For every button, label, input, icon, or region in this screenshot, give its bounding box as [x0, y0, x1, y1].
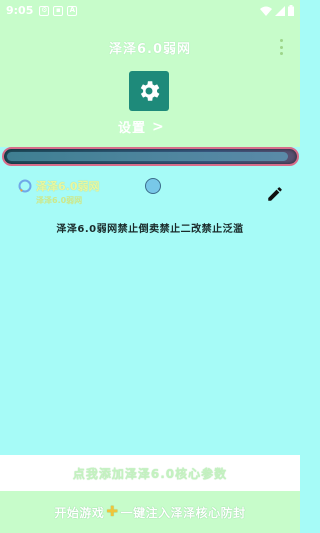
wifi-icon	[260, 6, 272, 16]
start-game-button[interactable]: 开始游戏 ✚ 一键注入泽泽核心防封	[0, 491, 300, 533]
signal-icon	[275, 5, 285, 16]
gear-icon	[140, 81, 160, 101]
add-params-label: 点我添加泽泽6.0核心参数	[72, 466, 228, 481]
a-notification-icon: A	[67, 5, 78, 16]
chevron-right-icon: >	[152, 118, 165, 135]
settings-button[interactable]	[129, 71, 169, 111]
refresh-icon	[18, 179, 32, 193]
status-time: 9:05	[6, 4, 34, 17]
battery-icon	[288, 5, 294, 16]
edit-button[interactable]	[265, 184, 285, 204]
emoji-icon	[145, 178, 161, 194]
card-title: 泽泽6.0弱网	[36, 180, 100, 193]
app-header: 泽泽6.0弱网 设置 >	[0, 21, 300, 147]
image-notification-icon: ▪	[53, 5, 64, 16]
pencil-icon	[268, 187, 282, 201]
app-title: 泽泽6.0弱网	[108, 42, 192, 57]
start-prefix-label: 开始游戏	[54, 505, 105, 520]
progress-fill	[7, 152, 289, 161]
announcement-text: 泽泽6.0弱网禁止倒卖禁止二改禁止泛滥	[56, 224, 244, 235]
settings-notification-icon: ⚙	[39, 5, 50, 16]
plus-icon: ✚	[106, 504, 119, 520]
start-suffix-label: 一键注入泽泽核心防封	[120, 505, 246, 520]
add-params-button[interactable]: 点我添加泽泽6.0核心参数	[0, 455, 300, 491]
settings-label: 设置	[118, 121, 147, 136]
config-card[interactable]: 泽泽6.0弱网 泽泽6.0弱网	[18, 177, 288, 211]
overflow-menu-icon[interactable]	[280, 39, 284, 55]
card-subtitle: 泽泽6.0弱网	[36, 196, 83, 205]
status-bar: 9:05 ⚙ ▪ A	[0, 0, 300, 21]
settings-link[interactable]: 设置 >	[118, 117, 165, 137]
progress-bar	[2, 147, 299, 166]
